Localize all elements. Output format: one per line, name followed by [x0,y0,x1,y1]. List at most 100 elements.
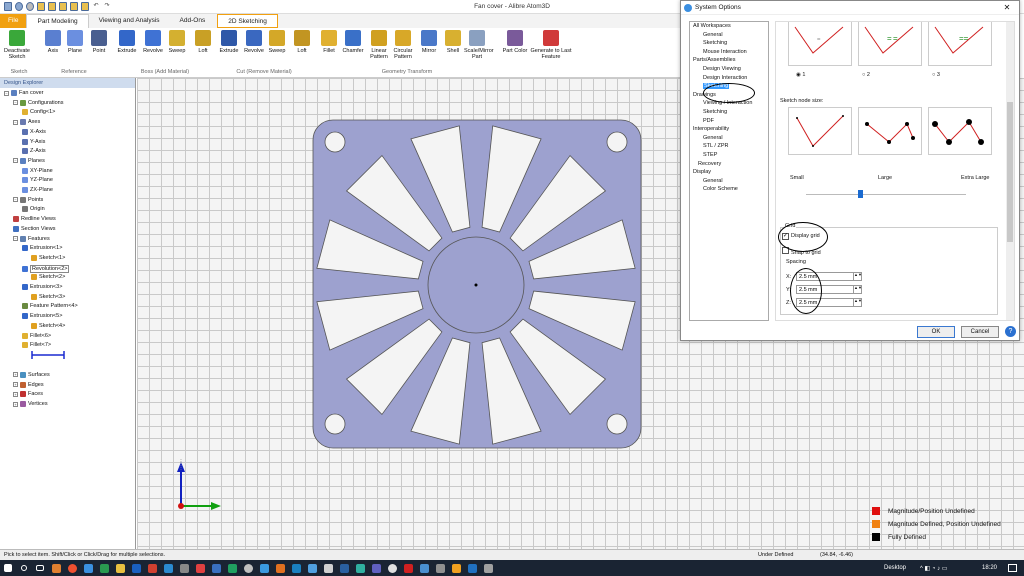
loft-button[interactable]: Loft [190,30,216,54]
app-icon[interactable] [128,560,144,576]
app-icon[interactable] [160,560,176,576]
expand-icon[interactable]: + [13,382,18,388]
options-tree-general[interactable]: General [703,135,723,141]
radio-2[interactable]: ○ 2 [862,72,870,78]
tree-item-sketch-1[interactable]: Sketch<1> [31,254,65,261]
tree-item-points[interactable]: − Points [13,196,43,203]
radio-3[interactable]: ○ 3 [932,72,940,78]
tree-item-vertices[interactable]: + Vertices [13,401,48,407]
tree-item-surfaces[interactable]: + Surfaces [13,371,50,378]
options-tree-pdf[interactable]: PDF [703,118,714,124]
app-icon[interactable] [432,560,448,576]
tree-item-configurations[interactable]: − Configurations [13,99,63,106]
options-scrollbar-thumb[interactable] [1007,102,1013,242]
app-icon[interactable] [112,560,128,576]
options-tree-sketching[interactable]: Sketching [703,109,727,115]
extrude-button[interactable]: Extrude [114,30,140,54]
tree-item-sketch-3[interactable]: Sketch<3> [31,293,65,300]
tree-item-feature-pattern-4[interactable]: Feature Pattern<4> [22,303,78,310]
tab-file[interactable]: File [0,14,27,28]
tree-item-sketch-4[interactable]: Sketch<4> [31,322,65,329]
tree-item-axes[interactable]: − Axes [13,119,40,126]
sweep-button[interactable]: Sweep [264,30,290,54]
tree-item-origin[interactable]: Origin [22,206,45,213]
tree-item-extrusion-5[interactable]: Extrusion<5> [22,313,62,320]
notification-icon[interactable] [1008,564,1017,572]
revolve-button[interactable]: Revolve [140,30,166,54]
app-icon[interactable] [208,560,224,576]
desktop-label[interactable]: Desktop [884,565,906,571]
tree-item-extrusion-1[interactable]: Extrusion<1> [22,245,62,252]
expand-icon[interactable]: − [4,90,9,96]
spin-arrows-icon[interactable]: ▲▼ [854,285,862,294]
search-icon[interactable] [16,560,32,576]
app-icon[interactable] [288,560,304,576]
expand-icon[interactable]: + [13,372,18,378]
app-icon[interactable] [352,560,368,576]
options-tree-design-viewing[interactable]: Design Viewing [703,66,741,72]
cancel-button[interactable]: Cancel [961,326,999,338]
windows-start-icon[interactable] [0,560,16,576]
close-icon[interactable]: ✕ [995,1,1019,15]
app-icon[interactable] [192,560,208,576]
app-icon[interactable] [256,560,272,576]
tree-item-faces[interactable]: + Faces [13,391,43,398]
app-icon[interactable] [464,560,480,576]
mirror-button[interactable]: Mirror [416,30,442,54]
tree-item-extrusion-3[interactable]: Extrusion<3> [22,284,62,290]
constraint-style-preview-1[interactable]: = [788,22,852,66]
tree-item-fillet-6[interactable]: Fillet<6> [22,332,51,339]
options-tree-color-scheme[interactable]: Color Scheme [703,186,738,192]
constraint-style-preview-3[interactable]: == [928,22,992,66]
tree-item-section-views[interactable]: Section Views [13,225,55,232]
spin-arrows-icon[interactable]: ▲▼ [854,298,862,307]
linear-pattern-button[interactable]: Linear Pattern [366,30,392,60]
shell-button[interactable]: Shell [440,30,466,54]
tree-item-revolution-2[interactable]: Revolution<2> [22,264,70,273]
options-tree-all-workspaces[interactable]: All Workspaces [693,23,731,29]
part-color-button[interactable]: Part Color [502,30,528,54]
expand-icon[interactable]: − [13,197,18,203]
tree-item-config-1[interactable]: Config<1> [22,109,55,116]
expand-icon[interactable]: − [13,236,18,241]
tree-item-y-axis[interactable]: Y-Axis [22,138,45,145]
tree-item-sketch-2[interactable]: Sketch<2> [31,274,65,281]
chamfer-button[interactable]: Chamfer [340,30,366,54]
app-icon[interactable] [448,560,464,576]
mount-hole-top-right[interactable] [606,131,628,153]
deactivate-sketch-button[interactable]: Deactivate Sketch [4,30,30,60]
radio-1[interactable]: ◉ 1 [796,72,805,78]
options-tree-general[interactable]: General [703,178,723,184]
ok-button[interactable]: OK [917,326,955,338]
help-icon[interactable]: ? [1005,326,1016,337]
rollback-marker-icon[interactable] [30,349,70,361]
tree-item-fan-cover[interactable]: − Fan cover [4,90,43,96]
app-icon[interactable] [368,560,384,576]
fillet-button[interactable]: Fillet [316,30,342,54]
app-icon[interactable] [480,560,496,576]
options-tree-display[interactable]: Display [693,169,711,175]
tab-2d-sketching[interactable]: 2D Sketching [217,14,278,28]
mount-hole-bottom-left[interactable] [324,413,346,435]
generate-to-last-feature-button[interactable]: Generate to Last Feature [530,30,572,60]
app-icon[interactable] [416,560,432,576]
app-icon[interactable] [320,560,336,576]
mount-hole-bottom-right[interactable] [606,413,628,435]
app-icon[interactable] [48,560,64,576]
app-icon[interactable] [272,560,288,576]
options-tree-stl-zpr[interactable]: STL / ZPR [703,143,728,149]
tab-add-ons[interactable]: Add-Ons [170,14,216,28]
app-icon[interactable] [64,560,80,576]
expand-icon[interactable]: + [13,401,18,407]
options-tree-interoperability[interactable]: Interoperability [693,126,729,132]
tab-viewing-analysis[interactable]: Viewing and Analysis [89,14,170,28]
app-icon[interactable] [144,560,160,576]
app-icon[interactable] [176,560,192,576]
loft-button[interactable]: Loft [289,30,315,54]
circular-pattern-button[interactable]: Circular Pattern [390,30,416,60]
options-tree-recovery[interactable]: Recovery [698,161,721,167]
tree-item-planes[interactable]: − Planes [13,157,45,164]
options-tree-design-interaction[interactable]: Design Interaction [703,75,747,81]
app-icon[interactable] [384,560,400,576]
extrude-button[interactable]: Extrude [216,30,242,54]
